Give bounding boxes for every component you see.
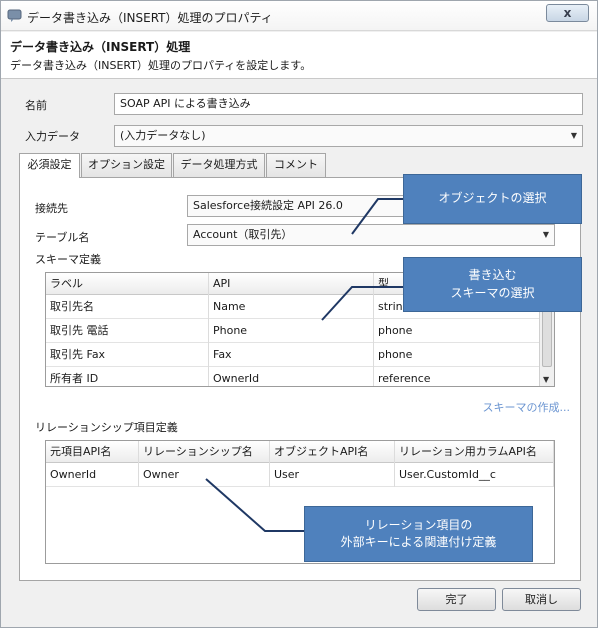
table-name-select[interactable]: Account（取引先） ▼ bbox=[187, 224, 555, 246]
cell-label: 所有者 ID bbox=[46, 367, 209, 386]
cell-type: phone bbox=[374, 343, 541, 367]
callout-schema-line2: スキーマの選択 bbox=[450, 285, 535, 300]
input-data-value: (入力データなし) bbox=[120, 129, 206, 142]
cell-relationship: Owner bbox=[139, 463, 270, 487]
scroll-down-icon[interactable]: ▼ bbox=[543, 375, 549, 384]
header-title: データ書き込み（INSERT）処理 bbox=[10, 40, 191, 54]
header-description: データ書き込み（INSERT）処理のプロパティを設定します。 bbox=[10, 59, 312, 72]
table-row[interactable]: 取引先 電話 Phone phone bbox=[46, 319, 541, 343]
dialog-icon bbox=[7, 9, 22, 22]
callout-relation-line1: リレーション項目の bbox=[364, 517, 473, 532]
name-value: SOAP API による書き込み bbox=[120, 97, 251, 110]
callout-relation-line2: 外部キーによる関連付け定義 bbox=[340, 535, 497, 549]
column-header-relation-column[interactable]: リレーション用カラムAPI名 bbox=[395, 441, 554, 463]
connection-select[interactable]: Salesforce接続設定 API 26.0 bbox=[187, 195, 419, 217]
table-row[interactable]: OwnerId Owner User User.CustomId__c bbox=[46, 463, 554, 487]
cell-type: phone bbox=[374, 319, 541, 343]
cell-relation-column: User.CustomId__c bbox=[395, 463, 554, 487]
cell-api: Fax bbox=[209, 343, 374, 367]
tab-required[interactable]: 必須設定 bbox=[19, 153, 80, 178]
window-title: データ書き込み（INSERT）処理のプロパティ bbox=[27, 11, 273, 25]
connection-value: Salesforce接続設定 API 26.0 bbox=[193, 199, 343, 212]
cell-label: 取引先 電話 bbox=[46, 319, 209, 343]
cell-label: 取引先名 bbox=[46, 295, 209, 319]
callout-object-select-text: オブジェクトの選択 bbox=[438, 191, 547, 206]
input-data-label: 入力データ bbox=[25, 130, 80, 143]
relation-table-header: 元項目API名 リレーションシップ名 オブジェクトAPI名 リレーション用カラム… bbox=[46, 441, 554, 463]
column-header-source-api[interactable]: 元項目API名 bbox=[46, 441, 139, 463]
table-row[interactable]: 取引先 Fax Fax phone bbox=[46, 343, 541, 367]
table-name-label: テーブル名 bbox=[35, 231, 90, 244]
column-header-api[interactable]: API bbox=[209, 273, 374, 295]
name-label: 名前 bbox=[25, 99, 47, 112]
connection-label: 接続先 bbox=[35, 202, 68, 215]
create-schema-link[interactable]: スキーマの作成... bbox=[483, 399, 571, 415]
header-banner: データ書き込み（INSERT）処理 データ書き込み（INSERT）処理のプロパテ… bbox=[1, 32, 597, 79]
column-header-object-api[interactable]: オブジェクトAPI名 bbox=[270, 441, 395, 463]
chevron-down-icon: ▼ bbox=[570, 131, 577, 140]
input-data-select[interactable]: (入力データなし) ▼ bbox=[114, 125, 583, 147]
column-header-label[interactable]: ラベル bbox=[46, 273, 209, 295]
tab-processing[interactable]: データ処理方式 bbox=[173, 153, 265, 177]
table-row[interactable]: 所有者 ID OwnerId reference bbox=[46, 367, 541, 386]
tab-comment[interactable]: コメント bbox=[266, 153, 326, 177]
callout-relation: リレーション項目の 外部キーによる関連付け定義 bbox=[304, 506, 533, 562]
cell-source-api: OwnerId bbox=[46, 463, 139, 487]
callout-schema-select: 書き込む スキーマの選択 bbox=[403, 257, 582, 312]
tab-required-label: 必須設定 bbox=[27, 158, 72, 171]
callout-object-select: オブジェクトの選択 bbox=[403, 174, 582, 224]
cell-object-api: User bbox=[270, 463, 395, 487]
cell-api: Name bbox=[209, 295, 374, 319]
close-icon: x bbox=[563, 6, 572, 20]
chevron-down-icon: ▼ bbox=[542, 230, 549, 239]
tab-options-label: オプション設定 bbox=[88, 158, 165, 171]
relation-section-title: リレーションシップ項目定義 bbox=[35, 421, 178, 434]
table-name-value: Account（取引先） bbox=[193, 228, 293, 241]
tab-options[interactable]: オプション設定 bbox=[81, 153, 172, 177]
cell-api: OwnerId bbox=[209, 367, 374, 386]
column-header-relationship[interactable]: リレーションシップ名 bbox=[139, 441, 270, 463]
name-field[interactable]: SOAP API による書き込み bbox=[114, 93, 583, 115]
close-button[interactable]: x bbox=[546, 4, 589, 22]
cell-api: Phone bbox=[209, 319, 374, 343]
ok-button[interactable]: 完了 bbox=[417, 588, 496, 611]
title-bar[interactable]: データ書き込み（INSERT）処理のプロパティ x bbox=[1, 1, 597, 31]
tab-processing-label: データ処理方式 bbox=[180, 158, 258, 171]
callout-schema-line1: 書き込む bbox=[468, 268, 517, 283]
cell-label: 取引先 Fax bbox=[46, 343, 209, 367]
tab-comment-label: コメント bbox=[274, 158, 318, 171]
cancel-button[interactable]: 取消し bbox=[502, 588, 581, 611]
schema-section-title: スキーマ定義 bbox=[35, 253, 101, 266]
cell-type: reference bbox=[374, 367, 541, 386]
